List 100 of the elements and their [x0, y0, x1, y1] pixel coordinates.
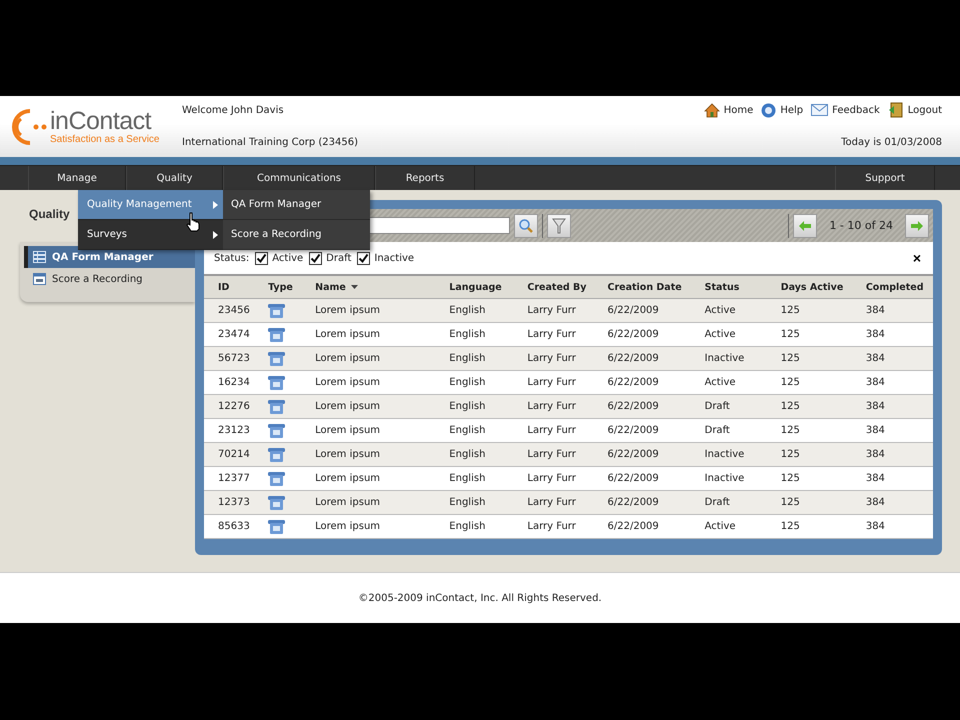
copyright-text: ©2005-2009 inContact, Inc. All Rights Reserved.	[358, 592, 602, 604]
phone-icon	[268, 304, 286, 318]
submenu-arrow-icon	[213, 200, 218, 208]
table-cell: 125	[766, 514, 852, 538]
pagination-text: 1 - 10 of 24	[828, 219, 894, 232]
calendar-icon	[33, 273, 46, 285]
column-header[interactable]: Name	[301, 276, 436, 298]
company-name: International Training Corp (23456)	[182, 137, 358, 148]
sidebar-item[interactable]: Score a Recording	[24, 268, 195, 290]
column-header[interactable]: Created By	[513, 276, 594, 298]
table-cell: 85633	[204, 514, 254, 538]
menu-item[interactable]: Quality Management	[78, 190, 223, 220]
table-cell: 125	[766, 346, 852, 370]
column-header[interactable]: Status	[690, 276, 767, 298]
table-cell: 125	[766, 298, 852, 322]
table-cell: Inactive	[690, 442, 767, 466]
table-cell: Inactive	[690, 346, 767, 370]
table-cell: Larry Furr	[513, 298, 594, 322]
phone-icon	[268, 472, 286, 486]
search-button[interactable]	[514, 214, 538, 238]
table-cell: English	[435, 514, 514, 538]
filter-button[interactable]	[547, 214, 571, 238]
column-header[interactable]: ID	[204, 276, 254, 298]
table-cell: 6/22/2009	[594, 394, 691, 418]
header-link[interactable]: Help	[761, 102, 804, 118]
table-cell: 56723	[204, 346, 254, 370]
table-cell: 125	[766, 490, 852, 514]
checkbox-label: Draft	[326, 252, 352, 264]
table-cell: English	[435, 442, 514, 466]
logo-wordmark: inContact	[50, 108, 152, 134]
table-cell: 6/22/2009	[594, 442, 691, 466]
table-cell: Lorem ipsum	[301, 442, 436, 466]
table-cell: 6/22/2009	[594, 490, 691, 514]
sort-caret-icon	[350, 284, 358, 289]
status-checkbox[interactable]	[357, 252, 370, 264]
close-button[interactable]: ×	[912, 250, 921, 266]
phone-icon	[268, 424, 286, 438]
header-link[interactable]: Home	[704, 102, 754, 118]
table-cell: Lorem ipsum	[301, 394, 436, 418]
table-cell: Larry Furr	[513, 514, 594, 538]
table-cell: English	[435, 346, 514, 370]
table-cell: Larry Furr	[513, 346, 594, 370]
table-cell: 384	[852, 346, 933, 370]
header-link[interactable]: Feedback	[811, 102, 880, 118]
phone-icon	[268, 400, 286, 414]
table-cell: Draft	[690, 394, 767, 418]
status-checkbox[interactable]	[309, 252, 322, 264]
table-cell: 6/22/2009	[594, 514, 691, 538]
search-icon	[518, 218, 534, 234]
column-header[interactable]: Language	[435, 276, 514, 298]
column-header[interactable]: Creation Date	[594, 276, 691, 298]
table-cell: 384	[852, 394, 933, 418]
status-filter-label: Status:	[214, 252, 250, 264]
table-cell: Lorem ipsum	[301, 298, 436, 322]
table-cell: Larry Furr	[513, 490, 594, 514]
column-header[interactable]: Type	[254, 276, 302, 298]
table-cell: Larry Furr	[513, 442, 594, 466]
phone-icon	[268, 520, 286, 534]
home-icon	[704, 102, 720, 118]
column-header[interactable]: Completed	[852, 276, 933, 298]
previous-page-button[interactable]	[793, 214, 818, 238]
table-cell: English	[435, 394, 514, 418]
list-icon	[33, 251, 46, 263]
phone-icon	[268, 496, 286, 510]
hand-cursor-icon	[186, 212, 200, 232]
table-cell: Active	[690, 514, 767, 538]
table-cell: 384	[852, 298, 933, 322]
welcome-text: Welcome John Davis	[182, 105, 285, 116]
table-cell: 6/22/2009	[594, 346, 691, 370]
table-cell: Larry Furr	[513, 394, 594, 418]
table-cell: 23456	[204, 298, 254, 322]
help-icon	[761, 102, 776, 118]
next-page-button[interactable]	[905, 214, 929, 238]
table-cell: Active	[690, 298, 767, 322]
phone-icon	[268, 328, 286, 342]
table-cell: 6/22/2009	[594, 298, 691, 322]
phone-icon	[268, 376, 286, 390]
table-cell: English	[435, 490, 514, 514]
checkbox-label: Active	[272, 252, 304, 264]
table-cell: 70214	[204, 442, 254, 466]
table-cell: 125	[766, 394, 852, 418]
status-checkbox[interactable]	[255, 252, 268, 264]
table-cell: Lorem ipsum	[301, 514, 436, 538]
table-cell: Lorem ipsum	[301, 490, 436, 514]
table-cell: 12276	[204, 394, 254, 418]
table-cell: 384	[852, 490, 933, 514]
table-cell: English	[435, 298, 514, 322]
filter-icon	[552, 218, 566, 234]
logo-tagline: Satisfaction as a Service	[50, 134, 160, 145]
header-link[interactable]: Logout	[888, 102, 942, 118]
column-header[interactable]: Days Active	[766, 276, 852, 298]
table-cell: 12373	[204, 490, 254, 514]
submenu-arrow-icon	[213, 230, 218, 238]
table-cell: 384	[852, 514, 933, 538]
table-cell: Lorem ipsum	[301, 346, 436, 370]
phone-icon	[268, 352, 286, 366]
page-title: Quality	[29, 207, 71, 221]
door-icon	[888, 102, 904, 118]
checkbox-label: Inactive	[374, 252, 414, 264]
table-cell: 384	[852, 442, 933, 466]
